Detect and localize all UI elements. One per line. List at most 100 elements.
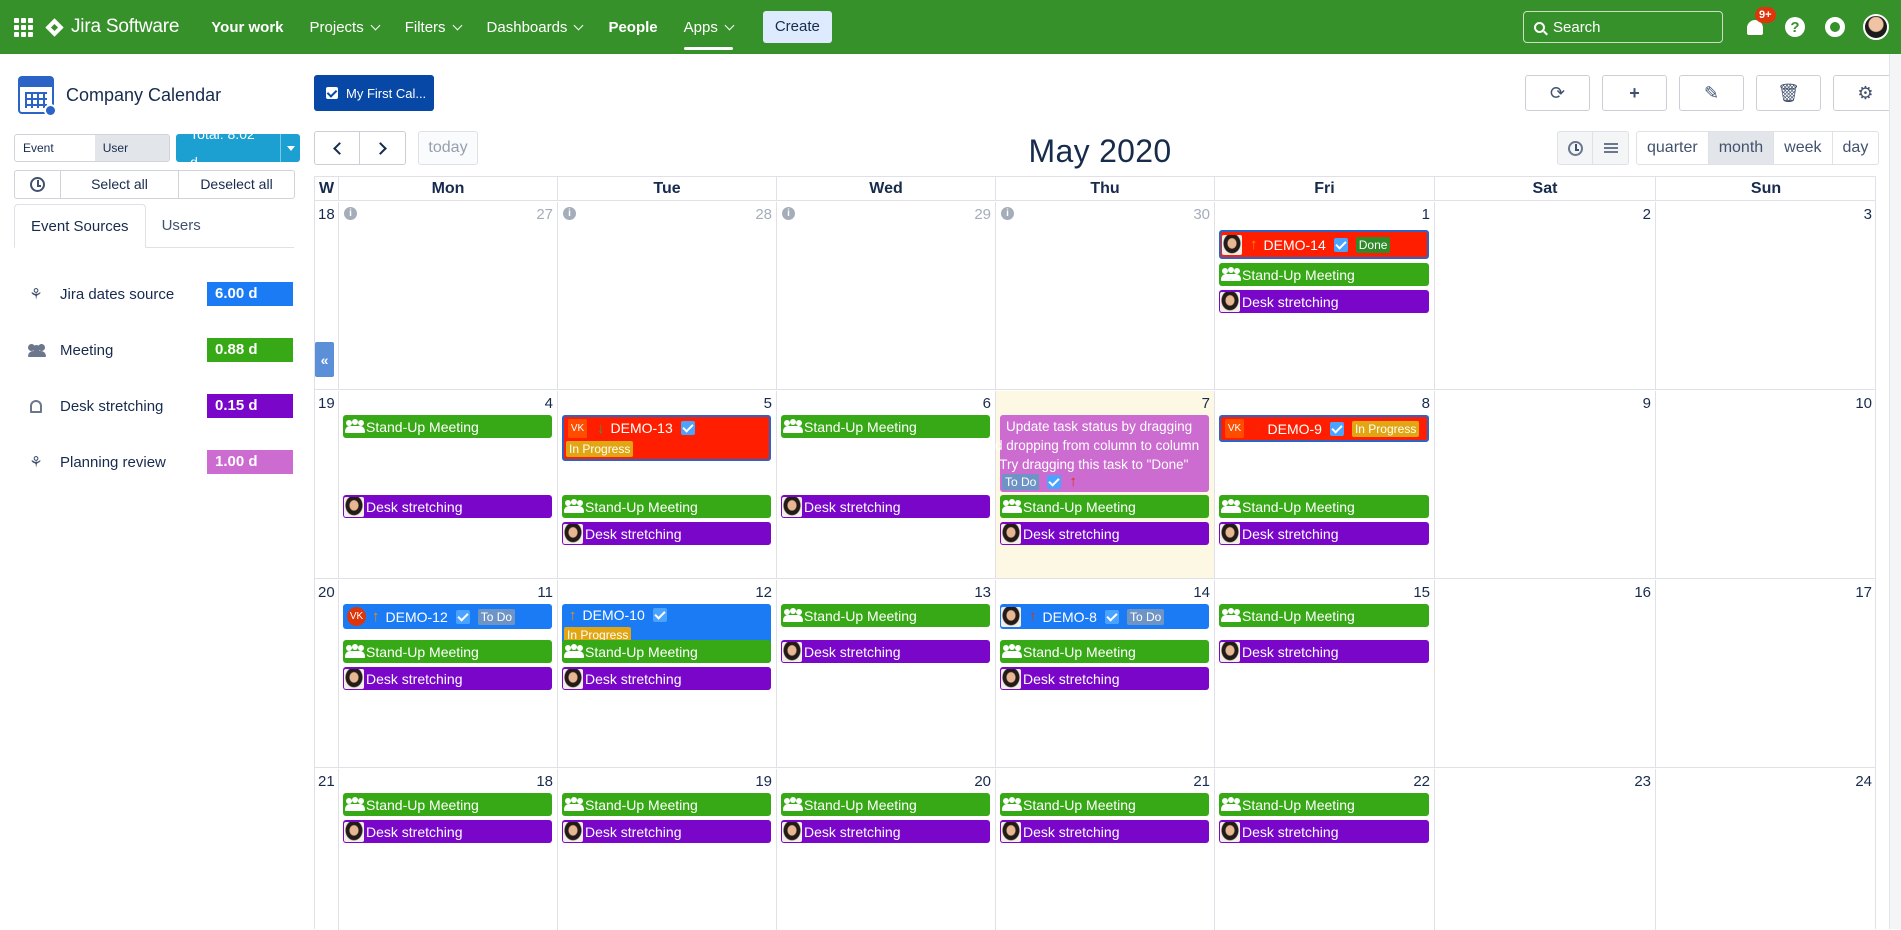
event-desk-stretching[interactable]: Desk stretching <box>781 820 990 843</box>
event-standup[interactable]: Stand-Up Meeting <box>781 793 990 816</box>
event-desk-stretching[interactable]: Desk stretching <box>1000 820 1209 843</box>
event-desk-stretching[interactable]: Desk stretching <box>562 667 771 690</box>
event-desk-stretching[interactable]: Desk stretching <box>562 820 771 843</box>
event-standup[interactable]: Stand-Up Meeting <box>562 495 771 518</box>
nav-dashboards[interactable]: Dashboards <box>487 0 584 54</box>
event-standup[interactable]: Stand-Up Meeting <box>781 415 990 438</box>
page-scrollbar[interactable] <box>1889 54 1901 929</box>
list-icon <box>1603 143 1618 153</box>
user-hours-toggle[interactable]: User hours <box>94 135 170 161</box>
jira-logo[interactable]: Jira Software <box>44 16 179 38</box>
delete-button[interactable]: 🗑 <box>1756 75 1821 111</box>
source-item-planning-review[interactable]: ⚘ Planning review 1.00 d <box>28 434 293 490</box>
info-icon[interactable]: i <box>344 207 357 220</box>
tab-users[interactable]: Users <box>146 204 217 247</box>
app-switcher-icon[interactable] <box>12 16 34 38</box>
view-day[interactable]: day <box>1831 131 1880 165</box>
event-demo-8[interactable]: ↑ DEMO-8 To Do <box>1000 604 1209 629</box>
event-desk-stretching[interactable]: Desk stretching <box>1219 820 1429 843</box>
view-week[interactable]: week <box>1773 131 1833 165</box>
event-desk-stretching[interactable]: Desk stretching <box>781 495 990 518</box>
source-item-meeting[interactable]: Meeting 0.88 d <box>28 322 293 378</box>
view-month[interactable]: month <box>1707 131 1775 165</box>
event-standup[interactable]: Stand-Up Meeting <box>1219 495 1429 518</box>
event-standup[interactable]: Stand-Up Meeting <box>343 793 552 816</box>
time-view-button[interactable] <box>1557 131 1593 165</box>
event-demo-13[interactable]: VK ↓ DEMO-13 In Progress <box>562 415 771 461</box>
profile-avatar[interactable] <box>1863 14 1889 40</box>
event-standup[interactable]: Stand-Up Meeting <box>562 640 771 663</box>
caret-down-icon[interactable] <box>280 134 300 162</box>
event-standup[interactable]: Stand-Up Meeting <box>1219 263 1429 286</box>
settings-button[interactable] <box>1823 15 1847 39</box>
view-quarter[interactable]: quarter <box>1636 131 1709 165</box>
day-cell[interactable]: 3 <box>1655 202 1876 389</box>
event-demo-14[interactable]: ↑ DEMO-14 Done <box>1219 230 1429 259</box>
event-desk-stretching[interactable]: Desk stretching <box>1000 522 1209 545</box>
event-standup[interactable]: Stand-Up Meeting <box>343 415 552 438</box>
collapse-sidebar-button[interactable]: « <box>315 342 334 377</box>
event-standup[interactable]: Stand-Up Meeting <box>1219 604 1429 627</box>
search-input[interactable]: Search <box>1523 11 1723 43</box>
event-standup[interactable]: Stand-Up Meeting <box>1219 793 1429 816</box>
day-cell[interactable]: i 27 <box>338 202 557 389</box>
previous-button[interactable] <box>314 131 360 165</box>
source-item-desk-stretching[interactable]: Desk stretching 0.15 d <box>28 378 293 434</box>
day-cell[interactable]: 17 <box>1655 580 1876 767</box>
day-cell[interactable]: 9 <box>1434 391 1655 578</box>
event-title: Desk stretching <box>804 643 901 660</box>
day-cell[interactable]: 24 <box>1655 769 1876 930</box>
day-cell[interactable]: i 28 <box>557 202 776 389</box>
notifications-button[interactable]: 9+ <box>1743 7 1776 39</box>
add-button[interactable]: + <box>1602 75 1667 111</box>
nav-your-work[interactable]: Your work <box>211 0 283 54</box>
info-icon[interactable]: i <box>782 207 795 220</box>
day-cell[interactable]: 10 <box>1655 391 1876 578</box>
day-cell[interactable]: i 30 <box>995 202 1214 389</box>
clock-button[interactable] <box>15 171 61 198</box>
event-demo-9[interactable]: VK ↑ DEMO-9 In Progress <box>1219 415 1429 442</box>
event-hours-toggle[interactable]: Event hours <box>15 135 95 161</box>
event-desk-stretching[interactable]: Desk stretching <box>343 495 552 518</box>
event-standup[interactable]: Stand-Up Meeting <box>343 640 552 663</box>
event-desk-stretching[interactable]: Desk stretching <box>343 667 552 690</box>
next-button[interactable] <box>360 131 406 165</box>
event-standup[interactable]: Stand-Up Meeting <box>1000 640 1209 663</box>
info-icon[interactable]: i <box>1001 207 1014 220</box>
event-demo-10[interactable]: ↑ DEMO-10 In Progress <box>562 604 771 645</box>
event-desk-stretching[interactable]: Desk stretching <box>1219 640 1429 663</box>
source-item-jira-dates[interactable]: ⚘ Jira dates source 6.00 d <box>28 266 293 322</box>
my-calendar-button[interactable]: My First Cal... <box>314 75 434 111</box>
event-desk-stretching[interactable]: Desk stretching <box>562 522 771 545</box>
list-view-button[interactable] <box>1593 131 1629 165</box>
event-standup[interactable]: Stand-Up Meeting <box>781 604 990 627</box>
info-icon[interactable]: i <box>563 207 576 220</box>
nav-people[interactable]: People <box>608 0 657 54</box>
event-desk-stretching[interactable]: Desk stretching <box>1000 667 1209 690</box>
event-desk-stretching[interactable]: Desk stretching <box>1219 290 1429 313</box>
refresh-button[interactable]: ⟳ <box>1525 75 1590 111</box>
deselect-all-button[interactable]: Deselect all <box>179 171 294 198</box>
event-desk-stretching[interactable]: Desk stretching <box>1219 522 1429 545</box>
select-all-button[interactable]: Select all <box>61 171 179 198</box>
day-cell[interactable]: 2 <box>1434 202 1655 389</box>
nav-apps[interactable]: Apps <box>683 0 735 54</box>
nav-projects[interactable]: Projects <box>310 0 381 54</box>
event-desk-stretching[interactable]: Desk stretching <box>781 640 990 663</box>
event-standup[interactable]: Stand-Up Meeting <box>1000 793 1209 816</box>
total-button[interactable]: Total: 8.02 d <box>176 134 300 162</box>
event-standup[interactable]: Stand-Up Meeting <box>562 793 771 816</box>
event-standup[interactable]: Stand-Up Meeting <box>1000 495 1209 518</box>
event-desk-stretching[interactable]: Desk stretching <box>343 820 552 843</box>
day-cell[interactable]: 16 <box>1434 580 1655 767</box>
create-button[interactable]: Create <box>762 11 832 43</box>
day-cell[interactable]: i 29 <box>776 202 995 389</box>
day-cell[interactable]: 23 <box>1434 769 1655 930</box>
tab-event-sources[interactable]: Event Sources <box>14 204 146 248</box>
nav-filters[interactable]: Filters <box>405 0 462 54</box>
today-button[interactable]: today <box>418 131 478 165</box>
edit-button[interactable]: ✎ <box>1679 75 1744 111</box>
event-demo-12[interactable]: VK ↑ DEMO-12 To Do <box>343 604 552 629</box>
help-button[interactable]: ? <box>1783 15 1807 39</box>
event-planning-review-task[interactable]: Update task status by dragging and dropp… <box>980 415 1209 492</box>
